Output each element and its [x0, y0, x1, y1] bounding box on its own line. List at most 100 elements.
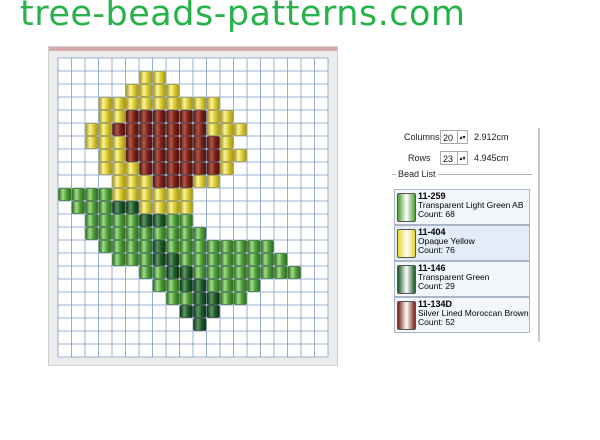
bead-11-404[interactable] — [220, 149, 234, 162]
bead-11-404[interactable] — [98, 123, 112, 136]
bead-11-146[interactable] — [193, 279, 207, 292]
bead-11-146[interactable] — [193, 318, 207, 331]
bead-11-134D[interactable] — [139, 149, 153, 162]
bead-11-146[interactable] — [179, 279, 193, 292]
bead-11-404[interactable] — [166, 97, 180, 110]
bead-11-134D[interactable] — [206, 149, 220, 162]
bead-11-404[interactable] — [166, 201, 180, 214]
bead-11-404[interactable] — [233, 149, 247, 162]
bead-11-259[interactable] — [287, 266, 301, 279]
bead-11-404[interactable] — [220, 162, 234, 175]
bead-11-404[interactable] — [152, 84, 166, 97]
bead-11-404[interactable] — [206, 97, 220, 110]
bead-11-404[interactable] — [139, 97, 153, 110]
bead-11-404[interactable] — [220, 136, 234, 149]
bead-11-146[interactable] — [193, 292, 207, 305]
bead-11-404[interactable] — [233, 123, 247, 136]
bead-11-404[interactable] — [206, 110, 220, 123]
bead-11-134D[interactable] — [152, 149, 166, 162]
bead-11-404[interactable] — [152, 71, 166, 84]
bead-11-259[interactable] — [179, 214, 193, 227]
bead-11-134D[interactable] — [125, 110, 139, 123]
bead-11-134D[interactable] — [193, 136, 207, 149]
bead-11-259[interactable] — [247, 266, 261, 279]
bead-11-134D[interactable] — [166, 110, 180, 123]
bead-11-134D[interactable] — [166, 162, 180, 175]
bead-11-134D[interactable] — [193, 162, 207, 175]
bead-11-404[interactable] — [125, 84, 139, 97]
bead-11-404[interactable] — [85, 136, 99, 149]
bead-11-259[interactable] — [247, 279, 261, 292]
bead-11-259[interactable] — [247, 253, 261, 266]
bead-11-259[interactable] — [125, 253, 139, 266]
bead-11-146[interactable] — [152, 214, 166, 227]
bead-11-134D[interactable] — [125, 136, 139, 149]
bead-11-134D[interactable] — [179, 149, 193, 162]
bead-11-259[interactable] — [206, 279, 220, 292]
bead-11-146[interactable] — [166, 266, 180, 279]
bead-11-404[interactable] — [112, 97, 126, 110]
bead-11-259[interactable] — [98, 201, 112, 214]
bead-11-259[interactable] — [179, 253, 193, 266]
bead-list-item[interactable]: 11-146 Transparent Green Count: 29 — [394, 261, 530, 297]
bead-11-259[interactable] — [152, 266, 166, 279]
bead-grid[interactable] — [57, 57, 329, 358]
bead-11-146[interactable] — [112, 201, 126, 214]
bead-11-146[interactable] — [125, 201, 139, 214]
bead-11-259[interactable] — [233, 279, 247, 292]
bead-11-134D[interactable] — [179, 123, 193, 136]
bead-11-134D[interactable] — [206, 136, 220, 149]
bead-11-404[interactable] — [193, 175, 207, 188]
bead-11-259[interactable] — [98, 188, 112, 201]
bead-11-134D[interactable] — [152, 162, 166, 175]
bead-11-259[interactable] — [85, 188, 99, 201]
bead-11-134D[interactable] — [179, 175, 193, 188]
bead-11-404[interactable] — [112, 175, 126, 188]
bead-11-146[interactable] — [152, 240, 166, 253]
panel-scrollbar[interactable] — [538, 128, 540, 342]
bead-11-259[interactable] — [112, 214, 126, 227]
bead-11-259[interactable] — [152, 227, 166, 240]
bead-11-404[interactable] — [112, 110, 126, 123]
bead-11-404[interactable] — [139, 188, 153, 201]
bead-11-404[interactable] — [112, 162, 126, 175]
bead-11-259[interactable] — [125, 240, 139, 253]
bead-11-404[interactable] — [98, 97, 112, 110]
bead-11-259[interactable] — [85, 227, 99, 240]
bead-11-259[interactable] — [139, 227, 153, 240]
bead-11-134D[interactable] — [152, 123, 166, 136]
bead-11-404[interactable] — [193, 97, 207, 110]
bead-11-259[interactable] — [193, 240, 207, 253]
bead-11-146[interactable] — [179, 266, 193, 279]
bead-11-259[interactable] — [193, 266, 207, 279]
bead-11-259[interactable] — [260, 240, 274, 253]
bead-11-404[interactable] — [125, 175, 139, 188]
bead-11-134D[interactable] — [139, 123, 153, 136]
bead-11-146[interactable] — [193, 305, 207, 318]
bead-11-259[interactable] — [260, 253, 274, 266]
bead-11-134D[interactable] — [179, 162, 193, 175]
bead-list-item[interactable]: 11-404 Opaque Yellow Count: 76 — [394, 225, 530, 261]
bead-11-134D[interactable] — [139, 110, 153, 123]
bead-11-259[interactable] — [166, 292, 180, 305]
bead-11-259[interactable] — [220, 253, 234, 266]
bead-11-134D[interactable] — [166, 175, 180, 188]
bead-11-134D[interactable] — [112, 123, 126, 136]
bead-11-404[interactable] — [85, 123, 99, 136]
bead-11-404[interactable] — [152, 188, 166, 201]
bead-11-404[interactable] — [166, 84, 180, 97]
bead-list-item[interactable]: 11-259 Transparent Light Green AB Count:… — [394, 189, 530, 225]
bead-11-134D[interactable] — [125, 149, 139, 162]
bead-11-134D[interactable] — [152, 110, 166, 123]
bead-11-259[interactable] — [125, 227, 139, 240]
bead-11-259[interactable] — [179, 292, 193, 305]
bead-11-146[interactable] — [152, 253, 166, 266]
bead-11-259[interactable] — [98, 214, 112, 227]
bead-11-259[interactable] — [166, 227, 180, 240]
bead-11-134D[interactable] — [166, 123, 180, 136]
bead-11-404[interactable] — [152, 201, 166, 214]
bead-11-259[interactable] — [85, 201, 99, 214]
bead-11-404[interactable] — [139, 84, 153, 97]
bead-11-259[interactable] — [112, 253, 126, 266]
bead-11-404[interactable] — [98, 136, 112, 149]
